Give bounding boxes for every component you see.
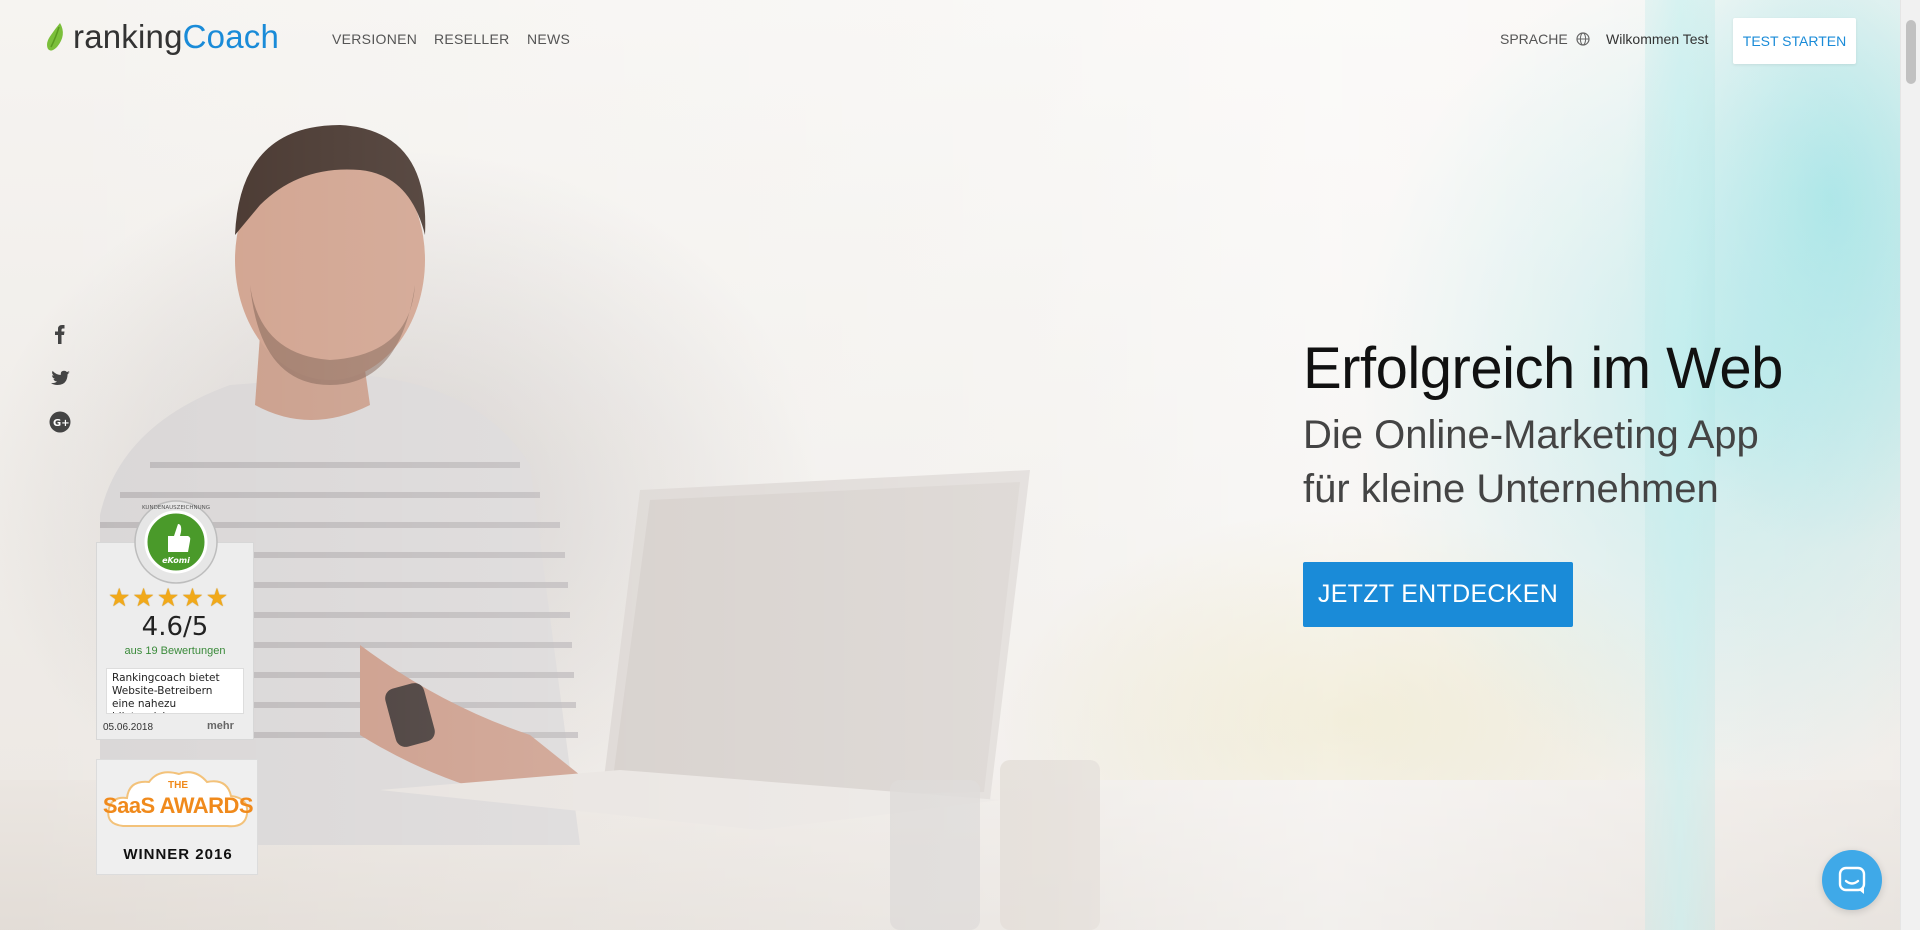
rating-score: 4.6/5 xyxy=(141,612,209,642)
language-selector[interactable]: SPRACHE xyxy=(1500,31,1590,47)
hero-subline: Die Online-Marketing App für kleine Unte… xyxy=(1303,408,1759,516)
chat-icon xyxy=(1838,866,1866,894)
award-winner-label: WINNER 2016 xyxy=(123,846,233,863)
welcome-user-link[interactable]: Wilkommen Test xyxy=(1606,31,1708,47)
review-more-link[interactable]: mehr xyxy=(207,720,234,732)
start-test-button[interactable]: TEST STARTEN xyxy=(1733,18,1856,64)
rating-stars: ★ ★ ★ ★ ★ xyxy=(108,584,230,612)
review-excerpt: Rankingcoach bietet Website-Betreibern e… xyxy=(106,668,244,714)
award-the-label: THE xyxy=(168,780,188,791)
discover-button[interactable]: JETZT ENTDECKEN xyxy=(1303,562,1573,627)
rating-count: aus 19 Bewertungen xyxy=(124,645,226,657)
page-scrollbar[interactable] xyxy=(1900,0,1920,930)
hero-headline: Erfolgreich im Web xyxy=(1303,335,1783,401)
nav-link-news[interactable]: NEWS xyxy=(527,31,570,47)
saas-award-badge: THE SaaS AWARDS WINNER 2016 xyxy=(96,759,258,875)
star-icon: ★ xyxy=(108,584,131,612)
ekomi-rating-widget[interactable]: eKomi KUNDENAUSZEICHNUNG ★ ★ ★ ★ ★ 4.6/5… xyxy=(96,500,256,740)
language-label: SPRACHE xyxy=(1500,31,1568,47)
review-date: 05.06.2018 xyxy=(103,722,154,733)
award-name: SaaS AWARDS xyxy=(102,793,254,818)
ekomi-seal-brand: eKomi xyxy=(162,556,190,565)
globe-icon xyxy=(1576,32,1590,46)
svg-text:G+: G+ xyxy=(53,418,70,429)
star-icon: ★ xyxy=(181,584,204,612)
brand-logo[interactable]: ranking Coach xyxy=(45,18,279,56)
social-sidebar: G+ xyxy=(48,322,72,454)
hero-subline-line1: Die Online-Marketing App xyxy=(1303,413,1759,457)
brand-name-part1: ranking xyxy=(73,18,183,55)
ekomi-seal-icon: eKomi KUNDENAUSZEICHNUNG xyxy=(134,500,218,584)
twitter-icon[interactable] xyxy=(48,366,72,390)
chat-launcher-button[interactable] xyxy=(1822,850,1882,910)
ekomi-seal-text: KUNDENAUSZEICHNUNG xyxy=(142,505,210,511)
top-navigation: ranking Coach VERSIONEN RESELLER NEWS SPR… xyxy=(0,0,1900,80)
star-icon: ★ xyxy=(205,584,229,612)
facebook-icon[interactable] xyxy=(48,322,72,346)
nav-link-versionen[interactable]: VERSIONEN xyxy=(332,31,417,47)
star-icon: ★ xyxy=(132,584,155,612)
leaf-logo-icon xyxy=(47,23,63,51)
google-plus-icon[interactable]: G+ xyxy=(48,410,72,434)
star-icon: ★ xyxy=(156,584,180,612)
scrollbar-thumb[interactable] xyxy=(1906,20,1916,84)
nav-link-reseller[interactable]: RESELLER xyxy=(434,31,510,47)
hero-subline-line2: für kleine Unternehmen xyxy=(1303,467,1719,511)
brand-name-part2: Coach xyxy=(182,18,280,55)
